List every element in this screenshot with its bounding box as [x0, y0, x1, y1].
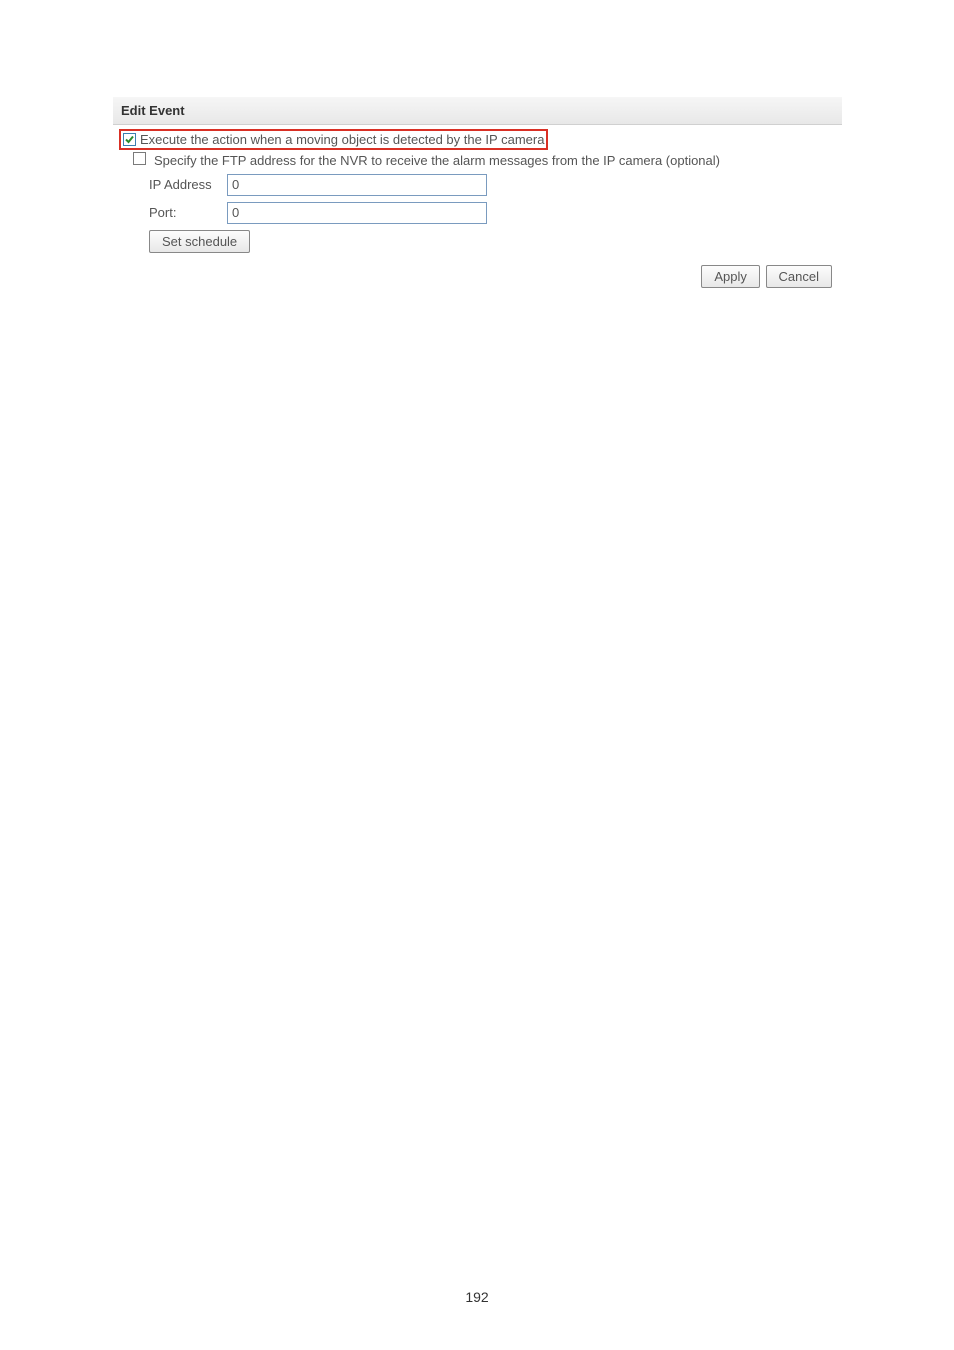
option-execute-action-row: Execute the action when a moving object … — [119, 129, 548, 150]
ip-address-label: IP Address — [149, 177, 227, 192]
option-specify-ftp-row: Specify the FTP address for the NVR to r… — [119, 152, 836, 170]
set-schedule-wrap: Set schedule — [119, 230, 836, 253]
dialog-title: Edit Event — [113, 97, 842, 125]
ftp-field-group: IP Address Port: — [119, 174, 836, 224]
port-label: Port: — [149, 205, 227, 220]
ip-address-input[interactable] — [227, 174, 487, 196]
set-schedule-button[interactable]: Set schedule — [149, 230, 250, 253]
option-specify-ftp-label: Specify the FTP address for the NVR to r… — [154, 152, 720, 170]
dialog-buttons-row: Apply Cancel — [119, 265, 836, 288]
edit-event-dialog: Edit Event Execute the action when a mov… — [113, 97, 842, 296]
ip-address-row: IP Address — [149, 174, 836, 196]
port-row: Port: — [149, 202, 836, 224]
option-specify-ftp-checkbox[interactable] — [133, 152, 146, 165]
option-execute-action-label: Execute the action when a moving object … — [140, 132, 544, 147]
page-number: 192 — [0, 1289, 954, 1305]
port-input[interactable] — [227, 202, 487, 224]
cancel-button[interactable]: Cancel — [766, 265, 832, 288]
option-execute-action-checkbox[interactable] — [123, 133, 136, 146]
apply-button[interactable]: Apply — [701, 265, 760, 288]
checkmark-icon — [124, 134, 135, 145]
dialog-content: Execute the action when a moving object … — [113, 125, 842, 296]
